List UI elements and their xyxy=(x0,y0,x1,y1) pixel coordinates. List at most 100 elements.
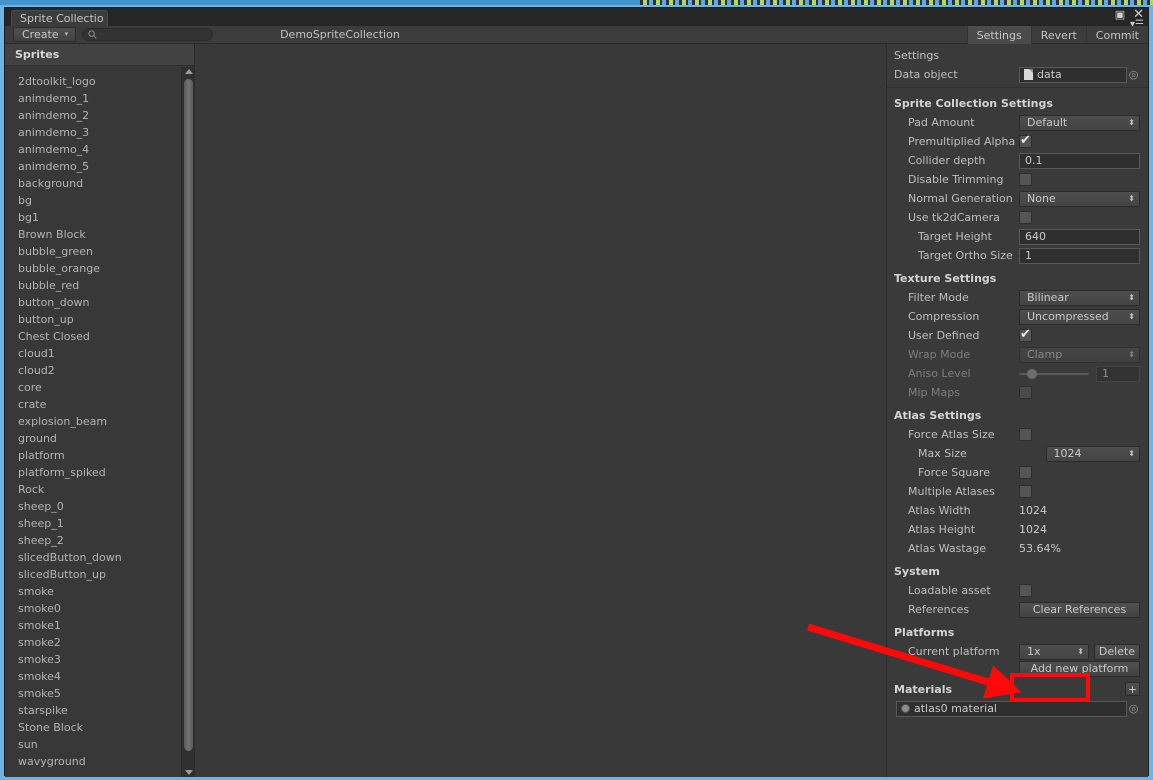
current-platform-dropdown[interactable]: 1x ⬍ xyxy=(1019,643,1089,660)
compression-dropdown[interactable]: Uncompressed ⬍ xyxy=(1019,308,1140,325)
loadable-asset-checkbox[interactable] xyxy=(1019,584,1032,597)
sprite-list-item[interactable]: animdemo_1 xyxy=(5,90,194,107)
data-object-value: data xyxy=(1037,68,1062,81)
pad-amount-dropdown[interactable]: Default ⬍ xyxy=(1019,114,1140,131)
sprite-list-item[interactable]: sheep_1 xyxy=(5,515,194,532)
row-force-square: Force Square xyxy=(887,463,1148,482)
clear-references-button[interactable]: Clear References xyxy=(1019,601,1140,618)
updown-chevron-icon: ⬍ xyxy=(1128,292,1135,302)
delete-platform-button[interactable]: Delete xyxy=(1094,643,1140,660)
sprite-list-item[interactable]: Chest Closed xyxy=(5,328,194,345)
create-button[interactable]: Create ▾ xyxy=(13,27,77,42)
toolbar-commit-button[interactable]: Commit xyxy=(1085,26,1148,44)
sprite-list-item[interactable]: wavyground xyxy=(5,753,194,770)
toolbar-settings-button[interactable]: Settings xyxy=(966,26,1031,44)
force-square-checkbox[interactable] xyxy=(1019,466,1032,479)
tab-sprite-collection[interactable]: Sprite Collectio xyxy=(11,10,108,26)
sprite-list-item[interactable]: bg xyxy=(5,192,194,209)
inspector-panel: Settings Data object data ◎ Sprite Colle… xyxy=(886,44,1148,777)
sprite-list-item[interactable]: animdemo_3 xyxy=(5,124,194,141)
wrap-mode-dropdown: Clamp ⬍ xyxy=(1019,346,1140,363)
sprite-list-item[interactable]: core xyxy=(5,379,194,396)
sprite-list-item[interactable]: smoke0 xyxy=(5,600,194,617)
target-height-input[interactable]: 640 xyxy=(1019,228,1140,245)
sprite-list-item[interactable]: slicedButton_up xyxy=(5,566,194,583)
sprite-list[interactable]: 2dtoolkit_logo animdemo_1 animdemo_2 animde… xyxy=(5,67,194,777)
toolbar-revert-button[interactable]: Revert xyxy=(1030,26,1086,44)
data-object-field[interactable]: data xyxy=(1019,66,1127,83)
material-field[interactable]: atlas0 material xyxy=(896,700,1127,717)
row-multiple-atlases: Multiple Atlases xyxy=(887,482,1148,501)
sprite-list-item[interactable]: smoke2 xyxy=(5,634,194,651)
sprite-list-item[interactable]: smoke4 xyxy=(5,668,194,685)
multiple-atlases-checkbox[interactable] xyxy=(1019,485,1032,498)
sprite-list-item[interactable]: Stone Block xyxy=(5,719,194,736)
use-tk2dcamera-checkbox[interactable] xyxy=(1019,211,1032,224)
sprite-list-item[interactable]: crate xyxy=(5,396,194,413)
add-new-platform-button[interactable]: Add new platform xyxy=(1019,660,1140,677)
atlas-preview-canvas[interactable] xyxy=(195,44,886,777)
sprite-list-item[interactable]: bg1 xyxy=(5,209,194,226)
force-atlas-size-checkbox[interactable] xyxy=(1019,428,1032,441)
sprite-list-item[interactable]: Brown Block xyxy=(5,226,194,243)
premultiplied-alpha-checkbox[interactable] xyxy=(1019,133,1032,148)
chevron-down-icon: ▾ xyxy=(64,30,69,38)
filter-mode-dropdown[interactable]: Bilinear ⬍ xyxy=(1019,289,1140,306)
user-defined-checkbox[interactable] xyxy=(1019,327,1032,342)
sprite-list-item[interactable]: button_down xyxy=(5,294,194,311)
compression-label: Compression xyxy=(908,310,980,323)
sprite-list-item[interactable]: ground xyxy=(5,430,194,447)
normal-generation-dropdown[interactable]: None ⬍ xyxy=(1019,190,1140,207)
sprite-list-scrollbar[interactable] xyxy=(181,67,194,777)
material-picker-icon[interactable]: ◎ xyxy=(1127,702,1140,715)
add-material-button[interactable]: + xyxy=(1125,682,1140,696)
bg-fragment-pattern xyxy=(640,0,1153,5)
sprite-list-item[interactable]: starspike xyxy=(5,702,194,719)
sprite-list-item[interactable]: smoke3 xyxy=(5,651,194,668)
sprite-list-item[interactable]: bubble_green xyxy=(5,243,194,260)
sprite-list-item[interactable]: cloud2 xyxy=(5,362,194,379)
editor-body: Sprites 2dtoolkit_logo animdemo_1 animdemo… xyxy=(5,44,1148,777)
target-ortho-size-input[interactable]: 1 xyxy=(1019,247,1140,264)
sprite-list-item[interactable]: explosion_beam xyxy=(5,413,194,430)
sprite-list-item[interactable]: animdemo_2 xyxy=(5,107,194,124)
scrollbar-thumb[interactable] xyxy=(184,79,193,751)
sprite-list-item[interactable]: bubble_orange xyxy=(5,260,194,277)
collider-depth-input[interactable]: 0.1 xyxy=(1019,152,1140,169)
sprites-panel-header: Sprites xyxy=(5,44,194,66)
use-tk2dcamera-label: Use tk2dCamera xyxy=(908,211,1000,224)
sprite-list-item[interactable]: animdemo_5 xyxy=(5,158,194,175)
sprite-list-item[interactable]: Rock xyxy=(5,481,194,498)
sprite-list-item[interactable]: background xyxy=(5,175,194,192)
data-object-picker-icon[interactable]: ◎ xyxy=(1127,68,1140,81)
sprite-list-item[interactable]: 2dtoolkit_logo xyxy=(5,73,194,90)
sprite-list-item[interactable]: sheep_0 xyxy=(5,498,194,515)
sprite-list-item[interactable]: cloud1 xyxy=(5,345,194,362)
material-name: atlas0 material xyxy=(914,702,997,715)
pad-amount-value: Default xyxy=(1027,116,1068,129)
row-use-tk2dcamera: Use tk2dCamera xyxy=(887,208,1148,227)
sprite-list-item[interactable]: sun xyxy=(5,736,194,753)
sprite-list-item[interactable]: sheep_2 xyxy=(5,532,194,549)
sprite-list-item[interactable]: button_up xyxy=(5,311,194,328)
row-normal-generation: Normal Generation None ⬍ xyxy=(887,189,1148,208)
bg-fragment-blue xyxy=(0,0,640,5)
collider-depth-label: Collider depth xyxy=(908,154,986,167)
sprite-list-item[interactable]: platform_spiked xyxy=(5,464,194,481)
sprite-list-item[interactable]: bubble_red xyxy=(5,277,194,294)
scroll-up-arrow-icon[interactable] xyxy=(185,69,193,74)
sprite-list-item[interactable]: platform xyxy=(5,447,194,464)
search-input[interactable] xyxy=(82,28,214,41)
sprite-list-item[interactable]: smoke5 xyxy=(5,685,194,702)
max-size-dropdown[interactable]: 1024 ⬍ xyxy=(1045,445,1140,462)
row-filter-mode: Filter Mode Bilinear ⬍ xyxy=(887,288,1148,307)
disable-trimming-checkbox[interactable] xyxy=(1019,173,1032,186)
sprite-list-item[interactable]: smoke1 xyxy=(5,617,194,634)
row-atlas-wastage: Atlas Wastage 53.64% xyxy=(887,539,1148,558)
section-atlas-settings: Atlas Settings xyxy=(894,409,982,422)
sprite-list-item[interactable]: slicedButton_down xyxy=(5,549,194,566)
sprite-list-item[interactable]: smoke xyxy=(5,583,194,600)
sprite-list-item[interactable]: animdemo_4 xyxy=(5,141,194,158)
restore-icon[interactable]: ▣ xyxy=(1115,9,1125,20)
scroll-down-arrow-icon[interactable] xyxy=(185,770,193,775)
